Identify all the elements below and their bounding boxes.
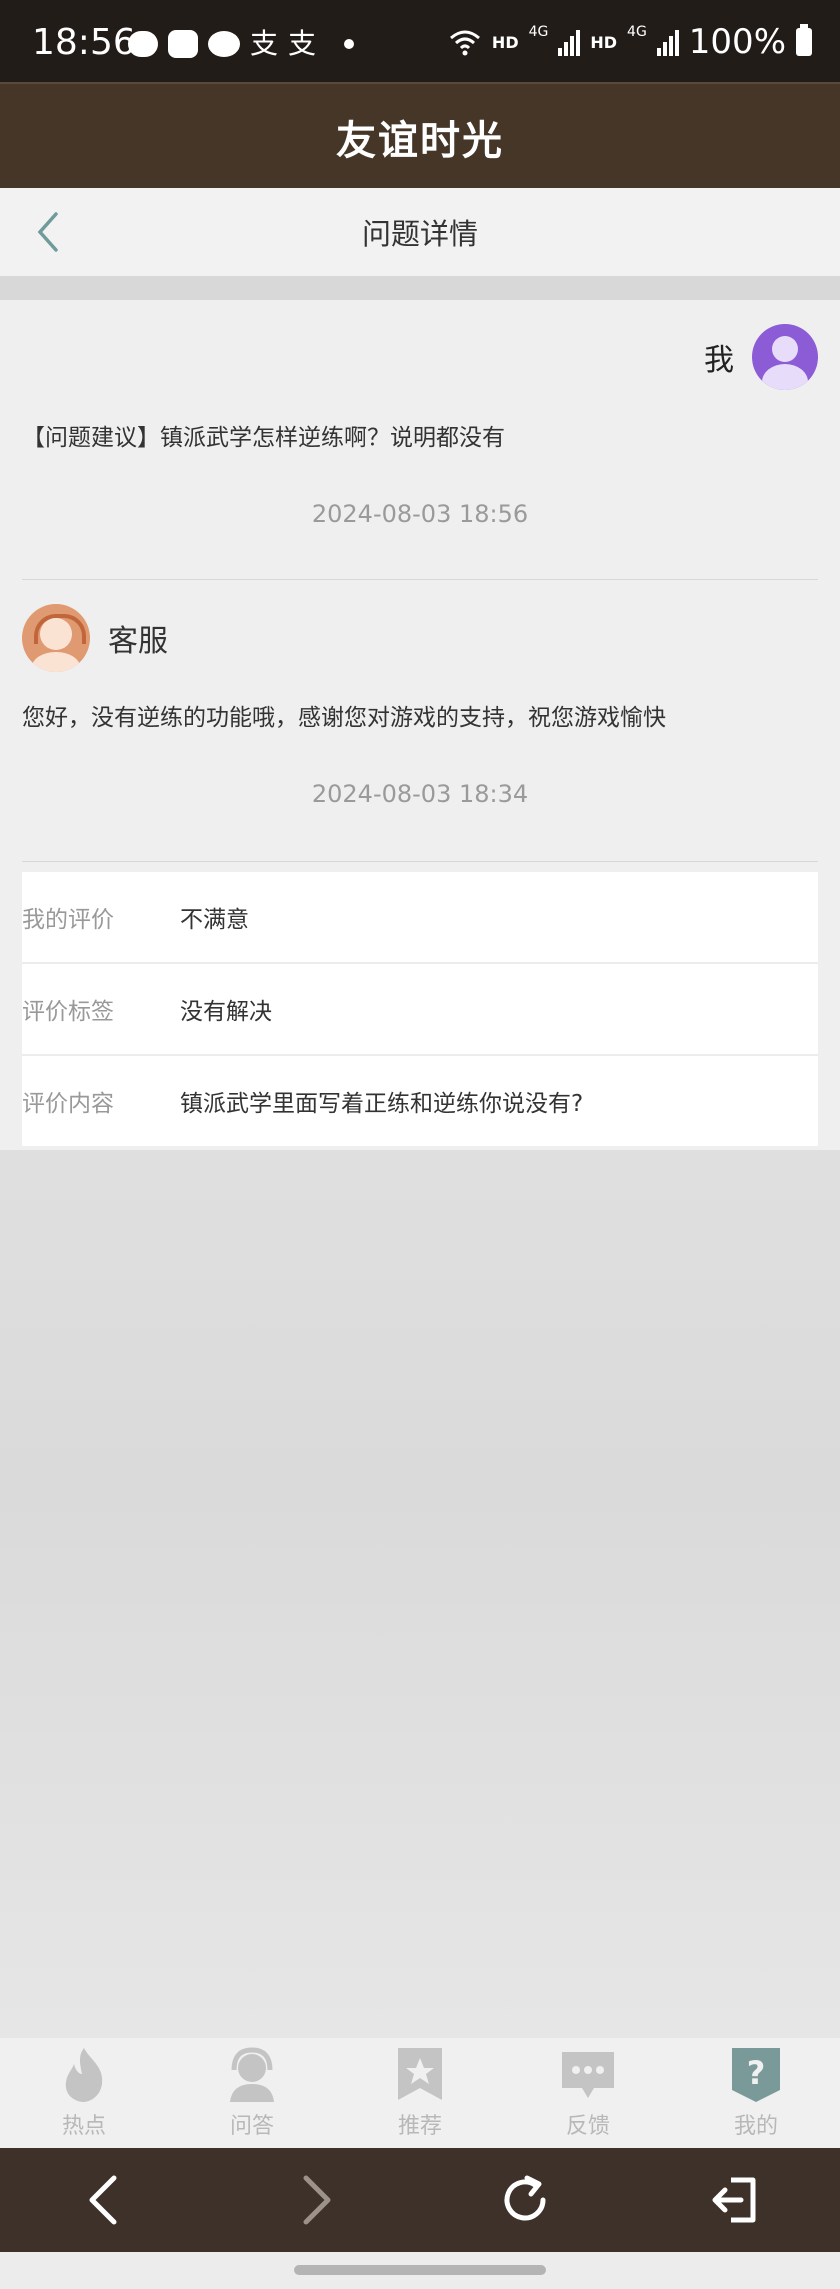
signal-icon: [656, 28, 679, 56]
refresh-icon: [504, 2175, 546, 2221]
network-label: 4G: [627, 24, 647, 40]
nav-item-feedback[interactable]: 反馈: [504, 2038, 672, 2148]
fire-icon: [56, 2044, 112, 2104]
browser-toolbar: [0, 2148, 840, 2252]
answer-text: 您好，没有逆练的功能哦，感谢您对游戏的支持，祝您游戏愉快: [22, 705, 666, 731]
star-bookmark-icon: [392, 2044, 448, 2104]
nav-label: 反馈: [565, 2114, 610, 2139]
headset-icon: [224, 2044, 280, 2104]
section-gap: [0, 276, 840, 300]
check-icon: [168, 30, 198, 58]
browser-forward-button[interactable]: [210, 2148, 420, 2252]
evaluation-key: 我的评价: [22, 907, 114, 933]
sub-header: 问题详情: [0, 188, 840, 276]
evaluation-value: 镇派武学里面写着正练和逆练你说没有?: [180, 1091, 584, 1117]
user-row: 我: [704, 324, 818, 390]
notification-icons: 支 支: [128, 27, 355, 60]
signal-icon: [558, 28, 581, 56]
status-indicators: HD 4G HD 4G 100%: [448, 22, 812, 62]
exit-icon: [712, 2177, 756, 2223]
status-time: 18:56: [32, 22, 136, 63]
nav-label: 我的: [733, 2114, 778, 2139]
divider: [22, 861, 818, 862]
home-gesture-bar[interactable]: [294, 2265, 546, 2275]
back-arrow-icon: [89, 2175, 117, 2225]
evaluation-key: 评价内容: [22, 1091, 114, 1117]
nav-item-hot[interactable]: 热点: [0, 2038, 168, 2148]
support-row: 客服: [22, 604, 168, 672]
nav-item-qa[interactable]: 问答: [168, 2038, 336, 2148]
question-shield-icon: ?: [728, 2044, 784, 2104]
answer-timestamp: 2024-08-03 18:34: [311, 780, 529, 808]
alipay-icon: 支: [250, 27, 279, 60]
svg-text:?: ?: [747, 2054, 766, 2092]
hd-label: HD: [590, 32, 618, 52]
gesture-area: [0, 2252, 840, 2289]
status-bar: 18:56 支 支 HD 4G HD 4G 100%: [0, 0, 840, 82]
chat-bubble-icon: [560, 2044, 616, 2104]
wifi-icon: [449, 30, 480, 56]
user-label: 我: [704, 343, 734, 378]
nav-item-mine[interactable]: ? 我的: [672, 2038, 840, 2148]
evaluation-table: 我的评价 不满意 评价标签 没有解决 评价内容 镇派武学里面写着正练和逆练你说没…: [22, 872, 818, 1146]
ticket-thread: 我 【问题建议】镇派武学怎样逆练啊？说明都没有 2024-08-03 18:56…: [0, 300, 840, 1150]
question-timestamp: 2024-08-03 18:56: [311, 500, 529, 528]
evaluation-key: 评价标签: [22, 999, 114, 1025]
wechat-icon: [208, 31, 240, 57]
message-icon: [128, 31, 158, 57]
page-title: 问题详情: [361, 217, 478, 251]
network-label: 4G: [528, 24, 549, 40]
battery-percent: 100%: [688, 22, 786, 62]
battery-icon: [796, 24, 812, 56]
chevron-left-icon: [37, 212, 58, 252]
support-avatar: [22, 604, 90, 672]
alipay-icon: 支: [288, 27, 317, 60]
browser-exit-button[interactable]: [630, 2148, 840, 2252]
back-button[interactable]: [26, 206, 76, 258]
support-label: 客服: [108, 624, 168, 659]
question-text: 【问题建议】镇派武学怎样逆练啊？说明都没有: [22, 425, 505, 451]
evaluation-row: 评价内容 镇派武学里面写着正练和逆练你说没有?: [22, 1056, 818, 1146]
divider: [22, 579, 818, 580]
evaluation-value: 没有解决: [180, 999, 272, 1025]
evaluation-row: 评价标签 没有解决: [22, 964, 818, 1056]
app-header: 友谊时光: [0, 82, 840, 190]
app-title: 友谊时光: [336, 118, 504, 164]
nav-label: 热点: [61, 2114, 106, 2139]
browser-back-button[interactable]: [0, 2148, 210, 2252]
hd-label: HD: [491, 32, 519, 52]
nav-label: 推荐: [397, 2114, 442, 2139]
user-avatar: [752, 324, 818, 390]
bottom-nav: 热点 问答 推荐 反馈 ? 我的: [0, 2038, 840, 2148]
browser-refresh-button[interactable]: [420, 2148, 630, 2252]
evaluation-value: 不满意: [180, 907, 249, 933]
dot-icon: [344, 39, 355, 49]
nav-label: 问答: [229, 2114, 274, 2139]
nav-item-recommend[interactable]: 推荐: [336, 2038, 504, 2148]
evaluation-row: 我的评价 不满意: [22, 872, 818, 964]
forward-arrow-icon: [303, 2175, 331, 2225]
